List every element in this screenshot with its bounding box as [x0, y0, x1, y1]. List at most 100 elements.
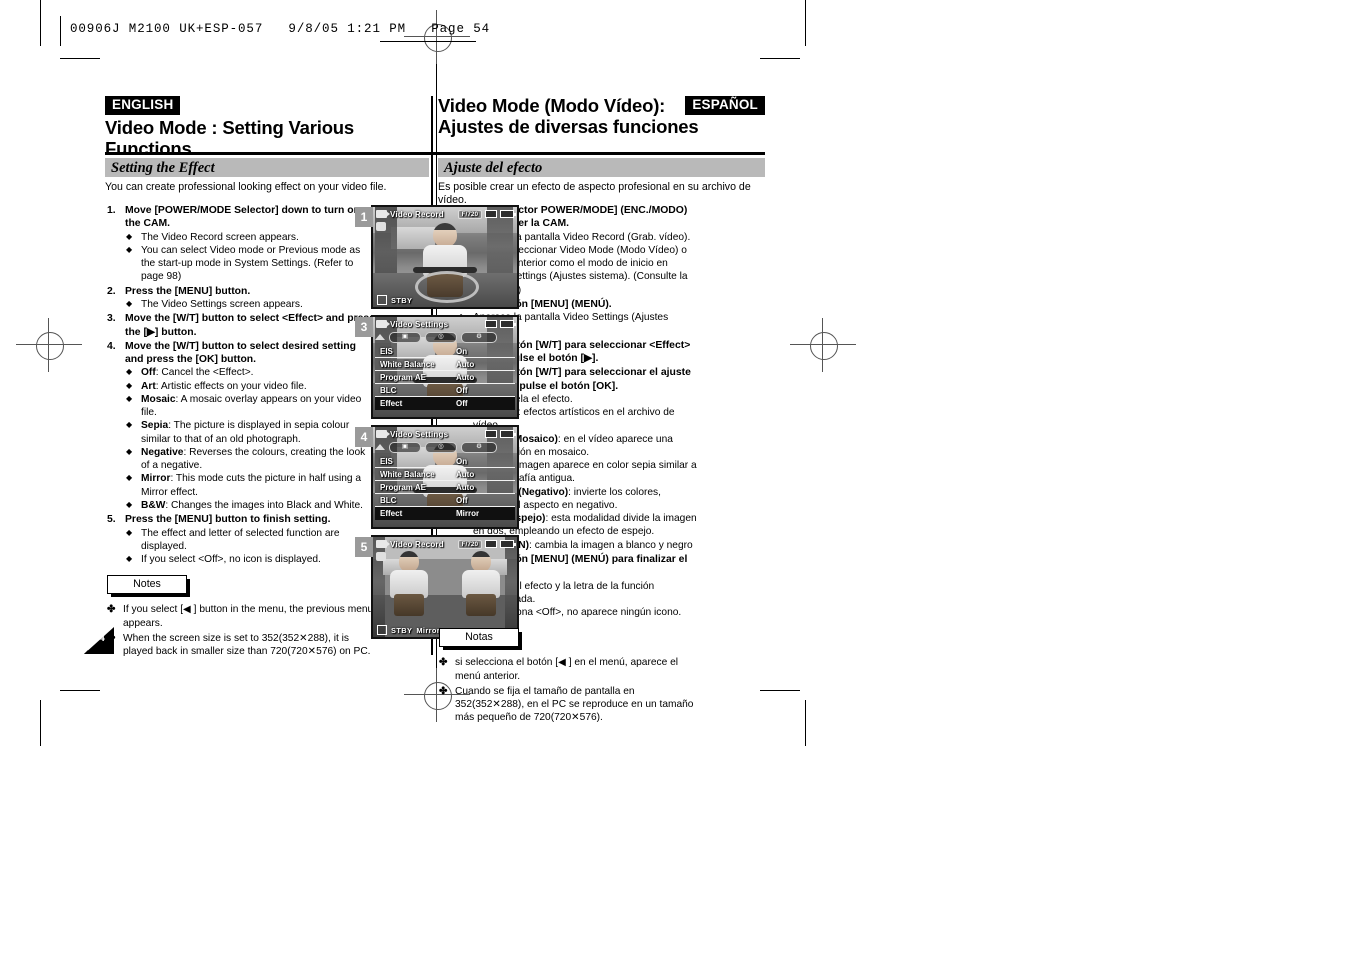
diamond-bullet-icon: ◆ [126, 244, 133, 254]
crop-mark-bottom-right-v [805, 700, 806, 746]
header-column-divider [431, 96, 433, 152]
diamond-bullet-icon: ◆ [126, 298, 133, 308]
tab-video-icon[interactable]: ▣ [389, 441, 421, 453]
sub-item: ◆ If you select <Off>, no icon is display… [125, 553, 375, 566]
registration-cross-left-v [48, 318, 49, 372]
registration-mark-left [36, 332, 64, 360]
memory-card-icon [485, 210, 497, 218]
spanish-language-tag: ESPAÑOL [685, 96, 765, 116]
diamond-bullet-icon: ◆ [126, 231, 133, 241]
crop-mark-top-left-v [40, 0, 41, 46]
menu-row[interactable]: White Balance Auto [375, 468, 515, 481]
menu-row-value: Auto [456, 372, 475, 382]
osd-status-text: STBY [391, 295, 413, 305]
battery-icon [500, 430, 516, 438]
battery-icon [500, 210, 516, 218]
step-item: 1. Move [POWER/MODE Selector] down to tu… [107, 204, 375, 284]
photo-tree-right [505, 537, 517, 637]
osd-mode-title: Video Settings [390, 319, 449, 329]
effect-desc: : cambia la imagen a blanco y negro [529, 539, 693, 551]
note-text: If you select [◀ ] button in the menu, t… [123, 604, 374, 629]
tab-video-icon[interactable]: ▣ [389, 331, 421, 343]
menu-row-label: BLC [380, 495, 397, 505]
figure-video-record-standby: 1 Video Record F/720 STBY [355, 205, 520, 310]
note-item: ✤ When the screen size is set to 352(352✕… [107, 632, 375, 659]
spanish-notes-header: Notas [439, 628, 697, 651]
menu-row[interactable]: EIS On [375, 345, 515, 358]
viewfinder-photo [373, 207, 517, 307]
menu-row-value: Off [456, 385, 468, 395]
menu-row-label: White Balance [380, 469, 435, 479]
camera-lcd-screen: Video Record F/720 STBY [371, 205, 519, 309]
settings-tab-bar[interactable]: ▣ ◎ ⚙ [375, 331, 515, 343]
tab-system-icon[interactable]: ⚙ [461, 331, 497, 343]
sub-item: ◆ You can select Video mode or Previous m… [125, 244, 375, 284]
battery-icon [500, 320, 516, 328]
sub-text: The effect and letter of selected functi… [141, 527, 340, 552]
sub-text: You can select Video mode or Previous mo… [141, 244, 361, 283]
scroll-up-arrow-icon[interactable] [375, 444, 385, 450]
menu-row[interactable]: Program AE Auto [375, 481, 515, 494]
diamond-bullet-icon: ◆ [126, 380, 133, 390]
notes-label: Notes [107, 575, 187, 595]
step-number: 3. [107, 313, 116, 325]
figure-video-settings-effect-off: 3 Video Settings ▣ ◎ ⚙ EIS On White Bala… [355, 315, 520, 420]
sub-item: ◆ The effect and letter of selected funct… [125, 527, 375, 554]
tab-system-icon[interactable]: ⚙ [461, 441, 497, 453]
menu-row[interactable]: White Balance Auto [375, 358, 515, 371]
tab-photo-icon[interactable]: ◎ [425, 441, 457, 453]
step-heading: Move the [W/T] button to select <Effect>… [125, 313, 375, 338]
step-heading: Move the [W/T] button to select desired … [125, 340, 356, 366]
english-header: ENGLISH Video Mode : Setting Various Fun… [105, 96, 430, 160]
sub-text: The Video Settings screen appears. [141, 298, 303, 310]
prepress-separator-line [60, 16, 61, 46]
note-item: ✤ Cuando se fija el tamaño de pantalla en… [439, 685, 697, 725]
diamond-bullet-icon: ◆ [126, 367, 133, 377]
menu-row-value: Auto [456, 469, 475, 479]
menu-row-label: Program AE [380, 482, 426, 492]
lcd-content: Video Record F/720 STBY [373, 207, 517, 307]
effect-desc: : The picture is displayed in sepia colo… [141, 420, 350, 445]
menu-row[interactable]: EIS On [375, 455, 515, 468]
video-camera-icon [376, 210, 390, 218]
diamond-bullet-icon: ◆ [126, 420, 133, 430]
sub-item: ◆ The Video Settings screen appears. [125, 298, 375, 311]
crop-mark-top-left-h [60, 58, 100, 59]
record-indicator-icon [377, 625, 387, 635]
memory-card-icon [485, 320, 497, 328]
tab-photo-icon[interactable]: ◎ [425, 331, 457, 343]
menu-row-selected[interactable]: Effect Off [375, 397, 515, 410]
clover-bullet-icon: ✤ [439, 685, 448, 697]
effect-option: ◆ Art: Artistic effects on your video fil… [125, 380, 375, 393]
step-number: 2. [107, 285, 116, 297]
video-camera-icon [376, 320, 390, 328]
effect-option: ◆ Mosaic: A mosaic overlay appears on you… [125, 393, 375, 420]
osd-mode-title: Video Record [390, 539, 444, 549]
registration-cross-top-h [404, 36, 470, 37]
osd-mode-title: Video Record [390, 209, 444, 219]
memory-card-icon [485, 430, 497, 438]
registration-cross-right-h [790, 344, 856, 345]
effect-name: Off [141, 367, 156, 379]
menu-row[interactable]: BLC Off [375, 494, 515, 507]
osd-effect-label: Mirror [416, 625, 441, 635]
lcd-content: Video Settings ▣ ◎ ⚙ EIS On White Balance… [373, 427, 517, 527]
menu-row-selected[interactable]: Effect Mirror [375, 507, 515, 520]
menu-row-value: Auto [456, 359, 475, 369]
video-camera-icon [376, 540, 390, 548]
note-text: Cuando se fija el tamaño de pantalla en … [455, 685, 694, 724]
menu-row[interactable]: BLC Off [375, 384, 515, 397]
lcd-content: Video Settings ▣ ◎ ⚙ EIS On White Balance… [373, 317, 517, 417]
settings-tab-bar[interactable]: ▣ ◎ ⚙ [375, 441, 515, 453]
spanish-notes-list: ✤ si selecciona el botón [◀ ] en el menú,… [439, 656, 697, 724]
scroll-up-arrow-icon[interactable] [375, 334, 385, 340]
menu-row-label: Effect [380, 509, 403, 518]
diamond-bullet-icon: ◆ [126, 554, 133, 563]
spanish-header: Video Mode (Modo Vídeo): ESPAÑOL Ajustes… [438, 95, 765, 138]
crop-mark-top-right-v [805, 0, 806, 46]
crop-mark-bottom-left-h [60, 690, 100, 691]
lcd-content: Video Record F/720 STBY Mirror [373, 537, 517, 637]
osd-mode-title: Video Settings [390, 429, 449, 439]
menu-row[interactable]: Program AE Auto [375, 371, 515, 384]
settings-menu-rows: EIS On White Balance Auto Program AE Auto B… [375, 455, 515, 520]
